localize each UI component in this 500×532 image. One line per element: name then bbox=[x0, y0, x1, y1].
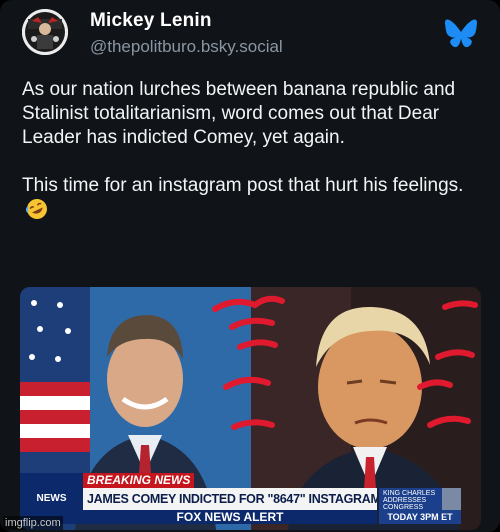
rofl-emoji-icon bbox=[26, 198, 48, 220]
news-headline: JAMES COMEY INDICTED FOR "8647" INSTAGRA… bbox=[83, 488, 377, 510]
time-label: TODAY 3PM ET bbox=[379, 510, 461, 524]
side-news-thumbnail bbox=[442, 488, 461, 510]
post-paragraph: As our nation lurches between banana rep… bbox=[22, 79, 456, 148]
bluesky-butterfly-icon bbox=[444, 18, 478, 48]
fox-news-alert-bar: FOX NEWS ALERT bbox=[83, 510, 377, 524]
side-news-text: KING CHARLES ADDRESSES CONGRESS bbox=[383, 490, 436, 511]
breaking-news-label: BREAKING NEWS bbox=[83, 473, 195, 488]
watermark: imgflip.com bbox=[3, 516, 63, 530]
post-paragraph-2-text: This time for an instagram post that hur… bbox=[22, 175, 464, 196]
embedded-image[interactable]: NEWS BREAKING NEWS JAMES COMEY INDICTED … bbox=[20, 287, 481, 530]
network-badge-text: NEWS bbox=[36, 493, 67, 504]
author-handle[interactable]: @thepolitburo.bsky.social bbox=[90, 37, 283, 57]
post-card: Mickey Lenin @thepolitburo.bsky.social A… bbox=[0, 0, 500, 532]
avatar[interactable] bbox=[22, 9, 68, 55]
author-name[interactable]: Mickey Lenin bbox=[90, 10, 212, 32]
post-paragraph-2: This time for an instagram post that hur… bbox=[22, 174, 482, 223]
post-body: As our nation lurches between banana rep… bbox=[22, 78, 482, 247]
